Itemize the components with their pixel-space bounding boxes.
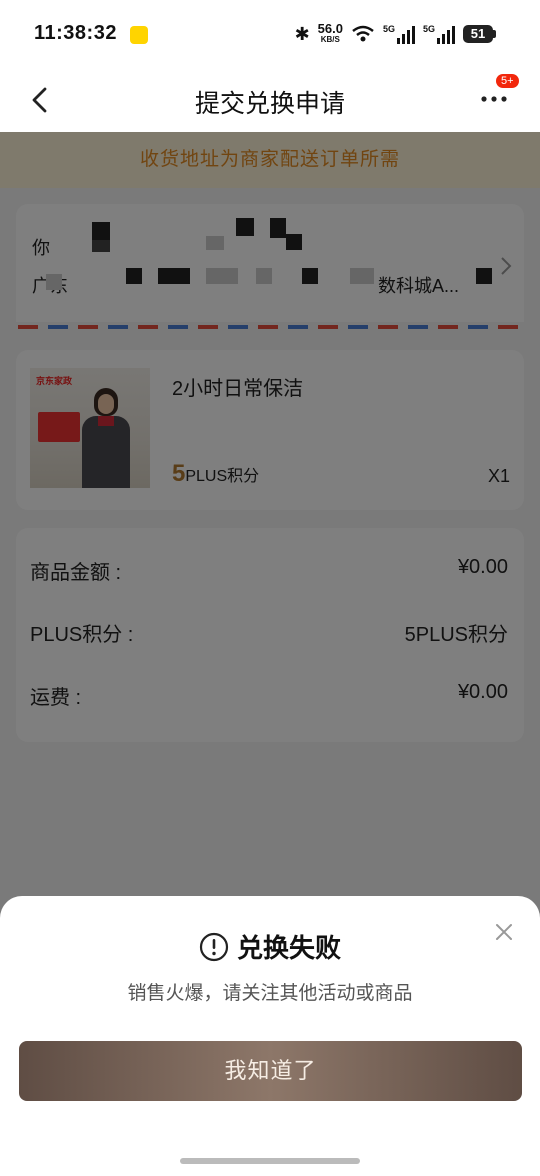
dialog-title-text: 兑换失败 [236,933,341,963]
page-title: 提交兑换申请 [194,90,345,118]
network-speed: 56.0 KB/S [317,21,343,44]
bluetooth-icon: ✱ [294,23,310,44]
status-indicators: ✱ 56.0 KB/S 5G 5G 51 [295,20,496,48]
status-bar: 11:38:32 ✱ 56.0 KB/S 5G 5G 51 [0,0,540,66]
battery-icon: 51 [463,25,496,43]
signal-sim2-icon: 5G [423,24,455,44]
signal-sim1-icon: 5G [383,24,415,44]
status-time: 11:38:32 [34,22,117,44]
exchange-failed-dialog: 兑换失败 销售火爆，请关注其他活动或商品 我知道了 [0,896,540,1176]
dialog-message: 销售火爆，请关注其他活动或商品 [127,983,413,1004]
warning-icon [199,932,229,961]
nav-bar: 提交兑换申请 5+ [0,66,540,132]
dialog-title: 兑换失败 [0,928,540,965]
more-icon[interactable] [480,92,510,106]
home-indicator[interactable] [180,1158,360,1164]
wifi-icon [352,25,374,42]
message-badge: 5+ [496,74,519,88]
confirm-button[interactable]: 我知道了 [19,1041,522,1101]
app-notification-icon [130,26,148,44]
